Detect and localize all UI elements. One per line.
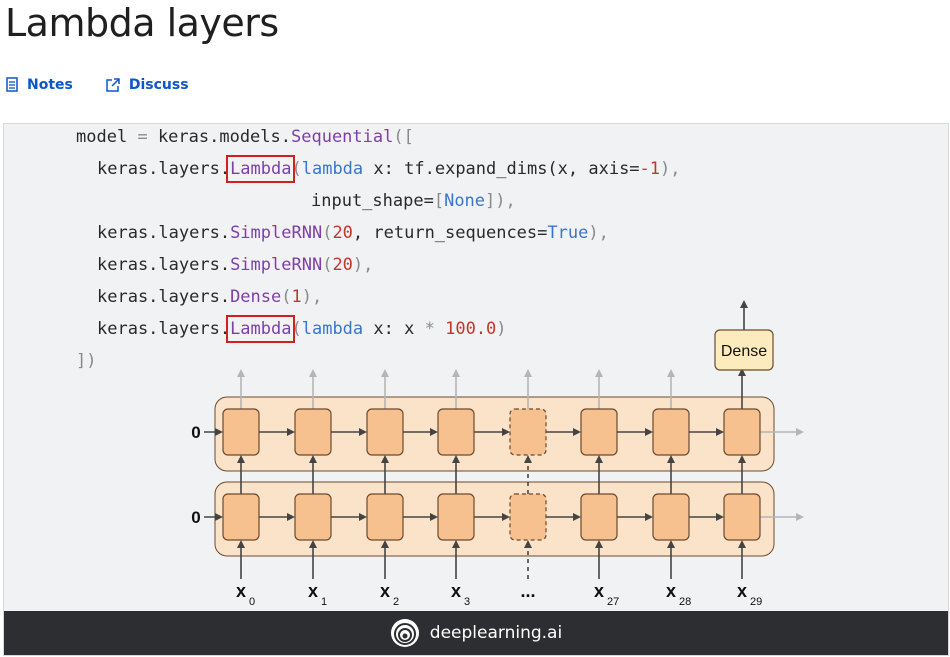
rnn-cell xyxy=(723,493,761,541)
notes-link[interactable]: Notes xyxy=(5,77,73,93)
rnn-cell xyxy=(723,408,761,456)
input-subscript: 27 xyxy=(607,596,619,608)
initial-state-label: 0 xyxy=(191,423,200,442)
rnn-cell xyxy=(580,493,618,541)
rnn-cell xyxy=(366,493,404,541)
rnn-cell xyxy=(509,493,547,541)
rnn-cell xyxy=(580,408,618,456)
slide-video-frame[interactable]: model = keras.models.Sequential([ keras.… xyxy=(3,123,949,656)
dense-label: Dense xyxy=(721,343,767,360)
notes-link-label: Notes xyxy=(27,77,73,93)
rnn-cell xyxy=(294,493,332,541)
input-label: x xyxy=(236,581,246,601)
rnn-cell xyxy=(509,408,547,456)
input-label: ... xyxy=(520,581,535,601)
rnn-cell xyxy=(437,493,475,541)
input-subscript: 29 xyxy=(750,596,762,608)
rnn-cell xyxy=(222,493,260,541)
external-link-icon xyxy=(106,78,120,92)
input-subscript: 3 xyxy=(464,596,470,608)
rnn-cell xyxy=(437,408,475,456)
input-label: x xyxy=(737,581,747,601)
page-links: Notes Discuss xyxy=(5,74,189,96)
rnn-cell xyxy=(366,408,404,456)
page-title: Lambda layers xyxy=(5,1,279,45)
rnn-diagram: 00Densex0x1x2x3... x27x28x29 xyxy=(191,300,804,608)
input-subscript: 1 xyxy=(321,596,327,608)
rnn-cell xyxy=(222,408,260,456)
input-subscript: 0 xyxy=(249,596,255,608)
input-label: x xyxy=(666,581,676,601)
rnn-cell xyxy=(294,408,332,456)
slide-footer: deeplearning.ai xyxy=(4,611,948,655)
deeplearning-logo-icon xyxy=(390,619,419,647)
input-label: x xyxy=(594,581,604,601)
input-label: x xyxy=(308,581,318,601)
discuss-link-label: Discuss xyxy=(128,77,189,93)
rnn-cell xyxy=(652,408,690,456)
input-label: x xyxy=(451,581,461,601)
discuss-link[interactable]: Discuss xyxy=(105,77,189,93)
input-subscript: 28 xyxy=(679,596,691,608)
notes-icon xyxy=(6,77,18,92)
input-subscript: 2 xyxy=(393,596,399,608)
initial-state-label: 0 xyxy=(191,508,200,527)
rnn-cell xyxy=(652,493,690,541)
footer-brand: deeplearning.ai xyxy=(429,623,563,643)
input-label: x xyxy=(380,581,390,601)
